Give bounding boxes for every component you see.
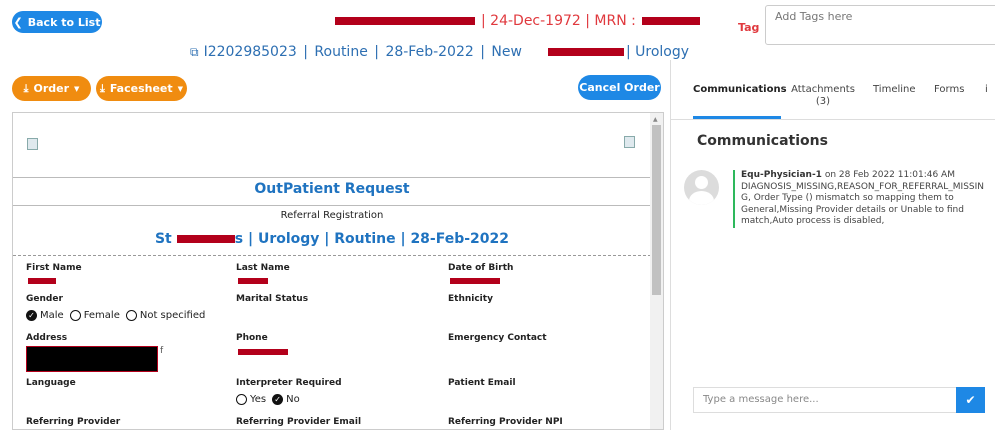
- redacted-last-name: [238, 278, 268, 284]
- gender-label: Gender: [26, 294, 63, 304]
- tag-input[interactable]: Add Tags here: [765, 5, 995, 45]
- message-text: DIAGNOSIS_MISSING,REASON_FOR_REFERRAL_MI…: [741, 181, 985, 227]
- emergency-contact-label: Emergency Contact: [448, 333, 547, 343]
- redacted-provider: [547, 48, 624, 56]
- last-name-label: Last Name: [236, 263, 290, 273]
- order-summary: ⧉ I2202985023 | Routine | 28-Feb-2022 | …: [190, 44, 690, 60]
- redacted-name: [335, 17, 475, 25]
- form-subtitle: Referral Registration: [280, 210, 384, 221]
- tab-communications[interactable]: Communications: [693, 84, 787, 96]
- phone-label: Phone: [236, 333, 268, 343]
- user-icon: [695, 176, 708, 189]
- dashed-divider: [13, 255, 651, 256]
- address-label: Address: [26, 333, 68, 343]
- language-label: Language: [26, 378, 76, 388]
- first-name-label: First Name: [26, 263, 82, 273]
- radio-male[interactable]: ✓: [26, 310, 37, 321]
- facility-line: St s | Urology | Routine | 28-Feb-2022: [154, 231, 510, 247]
- referring-provider-npi-label: Referring Provider NPI: [448, 417, 563, 427]
- checkmark-icon: ✔: [965, 393, 976, 407]
- message-time: on 28 Feb 2022 11:01:46 AM: [821, 170, 955, 180]
- download-icon: ⤓: [99, 81, 105, 95]
- redacted-phone: [238, 349, 288, 355]
- redacted-dob: [450, 278, 500, 284]
- dob-label: Date of Birth: [448, 263, 514, 273]
- caret-down-icon: ▼: [177, 84, 184, 93]
- chevron-left-icon: ❮: [13, 15, 23, 29]
- interpreter-label: Interpreter Required: [236, 378, 342, 388]
- patient-email-label: Patient Email: [448, 378, 516, 388]
- facesheet-dropdown-button[interactable]: ⤓ Facesheet ▼: [96, 76, 187, 101]
- send-button[interactable]: ✔: [956, 387, 985, 413]
- order-dropdown-button[interactable]: ⤓ Order ▼: [12, 76, 91, 101]
- radio-no[interactable]: ✓: [272, 394, 284, 405]
- form-title: OutPatient Request: [254, 181, 410, 197]
- tab-timeline[interactable]: Timeline: [873, 84, 916, 96]
- redacted-mrn: [641, 17, 700, 25]
- patient-header: | 24-Dec-1972 | MRN :: [335, 12, 700, 30]
- divider: [13, 177, 651, 178]
- panel-heading: Communications: [697, 133, 828, 149]
- divider: [13, 205, 651, 206]
- referring-provider-label: Referring Provider: [26, 417, 121, 427]
- scrollbar-thumb[interactable]: [652, 125, 661, 295]
- radio-female[interactable]: [69, 310, 81, 321]
- logo-left-image: [27, 138, 38, 150]
- copy-icon[interactable]: ⧉: [190, 45, 199, 60]
- ethnicity-label: Ethnicity: [448, 294, 493, 304]
- referring-provider-email-label: Referring Provider Email: [236, 417, 362, 427]
- tabs-divider: [671, 119, 995, 120]
- address-suffix: f: [160, 346, 164, 356]
- marital-status-label: Marital Status: [236, 294, 309, 304]
- redacted-first-name: [28, 278, 56, 284]
- tab-info[interactable]: i: [985, 84, 988, 96]
- radio-not-specified[interactable]: [125, 310, 137, 321]
- redacted-address: [26, 346, 158, 372]
- form-frame[interactable]: OutPatient Request Referral Registration…: [12, 112, 664, 430]
- message-input[interactable]: Type a message here...: [693, 387, 956, 413]
- redacted-facility: [176, 235, 235, 243]
- scrollbar-track[interactable]: ▲: [650, 113, 663, 429]
- gender-radio-group: ✓ Male Female Not specified: [26, 310, 205, 321]
- tab-forms[interactable]: Forms: [934, 84, 964, 96]
- interpreter-radio-group: Yes ✓ No: [236, 394, 300, 405]
- caret-down-icon: ▼: [74, 84, 80, 93]
- tab-attachments[interactable]: Attachments (3): [789, 84, 857, 108]
- message-avatar: [684, 170, 719, 205]
- radio-yes[interactable]: [236, 394, 247, 405]
- message-bubble: Equ-Physician-1 on 28 Feb 2022 11:01:46 …: [733, 170, 985, 228]
- cancel-order-button[interactable]: Cancel Order: [578, 75, 661, 100]
- logo-right-image: [624, 136, 635, 148]
- scroll-up-arrow[interactable]: ▲: [653, 116, 658, 123]
- tag-label: Tag: [738, 21, 760, 34]
- message-author: Equ-Physician-1: [741, 170, 822, 180]
- back-to-list-button[interactable]: ❮ Back to List: [12, 11, 102, 33]
- download-icon: ⤓: [23, 81, 29, 95]
- panel-divider: [670, 60, 671, 430]
